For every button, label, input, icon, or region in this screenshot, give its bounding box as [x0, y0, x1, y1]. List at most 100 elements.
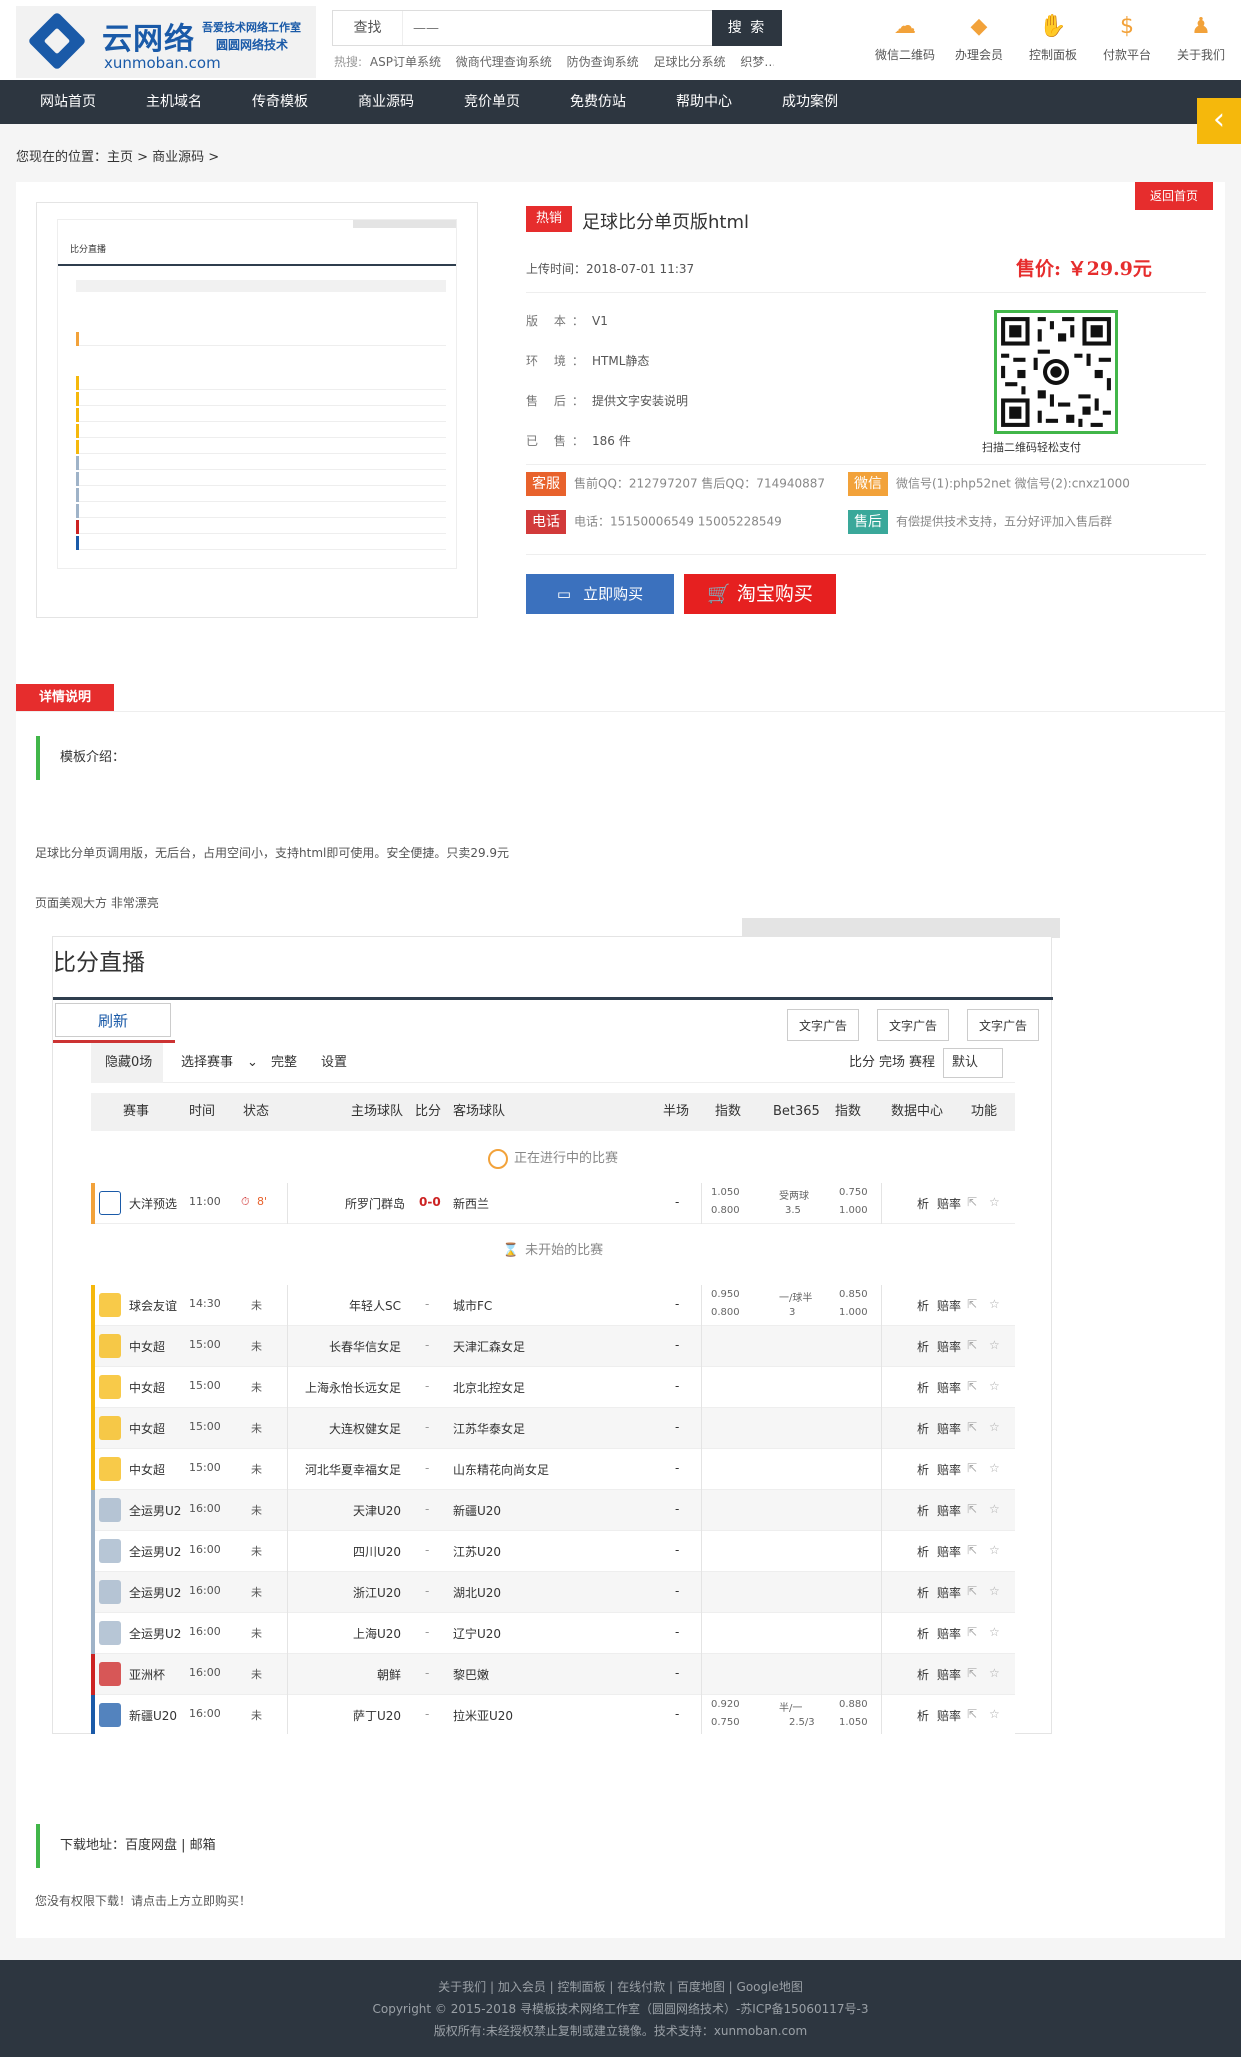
nav-clone[interactable]: 免费仿站 — [570, 80, 626, 124]
odds-link[interactable]: 赔率 — [937, 1707, 961, 1724]
match-row[interactable]: 球会友谊 14:30 未 年轻人SC - 城市FC - 0.950 0.800 一/球半 3 0.85… — [91, 1285, 1015, 1326]
odds-link[interactable]: 赔率 — [937, 1584, 961, 1601]
match-row[interactable]: 中女超 15:00 未 河北华夏幸福女足 - 山东精花向尚女足 - 析赔率 ⇱ ☆ — [91, 1449, 1015, 1490]
analysis-link[interactable]: 析 — [917, 1543, 929, 1560]
match-row[interactable]: 中女超 15:00 未 大连权健女足 - 江苏华泰女足 - 析赔率 ⇱ ☆ — [91, 1408, 1015, 1449]
product-thumbnail[interactable]: 比分直播 — [36, 202, 478, 618]
buy-now-button[interactable]: ▭ 立即购买 — [526, 574, 674, 614]
logo[interactable]: 云网络 吾爱技术网络工作室 圆圆网络技术 xunmoban.com — [16, 6, 316, 78]
analysis-link[interactable]: 析 — [917, 1461, 929, 1478]
search-input[interactable] — [413, 17, 613, 39]
match-row[interactable]: 中女超 15:00 未 上海永怡长远女足 - 北京北控女足 - 析赔率 ⇱ ☆ — [91, 1367, 1015, 1408]
sort-select[interactable]: 默认 — [943, 1048, 1003, 1078]
star-icon[interactable]: ☆ — [989, 1195, 1000, 1209]
analysis-link[interactable]: 析 — [917, 1420, 929, 1437]
nav-source[interactable]: 商业源码 — [358, 80, 414, 124]
tool-membership[interactable]: ◆ 办理会员 — [942, 14, 1016, 63]
footer-links[interactable]: 关于我们 | 加入会员 | 控制面板 | 在线付款 | 百度地图 | Googl… — [0, 1978, 1241, 1995]
star-icon[interactable]: ☆ — [989, 1420, 1000, 1434]
tool-payment[interactable]: $ 付款平台 — [1090, 14, 1164, 63]
analysis-link[interactable]: 析 — [917, 1707, 929, 1724]
odds-link[interactable]: 赔率 — [937, 1543, 961, 1560]
match-row[interactable]: 全运男U2 16:00 未 上海U20 - 辽宁U20 - 析赔率 ⇱ ☆ — [91, 1613, 1015, 1654]
match-row[interactable]: 全运男U2 16:00 未 浙江U20 - 湖北U20 - 析赔率 ⇱ ☆ — [91, 1572, 1015, 1613]
nav-help[interactable]: 帮助中心 — [676, 80, 732, 124]
star-icon[interactable]: ☆ — [989, 1338, 1000, 1352]
analysis-link[interactable]: 析 — [917, 1379, 929, 1396]
select-league-dropdown[interactable]: 选择赛事 — [181, 1043, 233, 1083]
tool-control-panel[interactable]: ✋ 控制面板 — [1016, 14, 1090, 63]
star-icon[interactable]: ☆ — [989, 1666, 1000, 1680]
ad-button[interactable]: 文字广告 — [787, 1009, 859, 1041]
hot-search-item[interactable]: 足球比分系统 — [653, 55, 725, 69]
pin-icon[interactable]: ⇱ — [967, 1502, 977, 1516]
star-icon[interactable]: ☆ — [989, 1707, 1000, 1721]
tool-about[interactable]: ♟ 关于我们 — [1164, 14, 1238, 63]
pin-icon[interactable]: ⇱ — [967, 1461, 977, 1475]
hot-search-item[interactable]: 防伪查询系统 — [567, 55, 639, 69]
hot-search-item[interactable]: 微商代理查询系统 — [456, 55, 552, 69]
odds-link[interactable]: 赔率 — [937, 1666, 961, 1683]
side-collapse-tab[interactable]: ‹ — [1197, 98, 1241, 144]
match-row[interactable]: 中女超 15:00 未 长春华信女足 - 天津汇森女足 - 析赔率 ⇱ ☆ — [91, 1326, 1015, 1367]
pin-icon[interactable]: ⇱ — [967, 1666, 977, 1680]
star-icon[interactable]: ☆ — [989, 1461, 1000, 1475]
settings-tab[interactable]: 设置 — [321, 1043, 347, 1083]
hot-search-item[interactable]: ASP订单系统 — [370, 55, 441, 69]
match-row[interactable]: 全运男U2 16:00 未 四川U20 - 江苏U20 - 析赔率 ⇱ ☆ — [91, 1531, 1015, 1572]
odds-link[interactable]: 赔率 — [937, 1195, 961, 1212]
hot-search-item[interactable]: 织梦… — [740, 55, 774, 69]
search-button[interactable]: 搜 索 — [712, 10, 782, 46]
pin-icon[interactable]: ⇱ — [967, 1195, 977, 1209]
refresh-button[interactable]: 刷新 — [55, 1003, 171, 1037]
analysis-link[interactable]: 析 — [917, 1584, 929, 1601]
match-row[interactable]: 亚洲杯 16:00 未 朝鲜 - 黎巴嫩 - 析赔率 ⇱ ☆ — [91, 1654, 1015, 1695]
star-icon[interactable]: ☆ — [989, 1297, 1000, 1311]
back-home-button[interactable]: 返回首页 — [1135, 182, 1213, 210]
pin-icon[interactable]: ⇱ — [967, 1297, 977, 1311]
nav-templates[interactable]: 传奇模板 — [252, 80, 308, 124]
ad-button[interactable]: 文字广告 — [967, 1009, 1039, 1041]
taobao-buy-button[interactable]: 🛒 淘宝购买 — [684, 574, 836, 614]
odds-link[interactable]: 赔率 — [937, 1297, 961, 1314]
analysis-link[interactable]: 析 — [917, 1625, 929, 1642]
ad-button[interactable]: 文字广告 — [877, 1009, 949, 1041]
odds-link[interactable]: 赔率 — [937, 1461, 961, 1478]
pin-icon[interactable]: ⇱ — [967, 1625, 977, 1639]
pin-icon[interactable]: ⇱ — [967, 1543, 977, 1557]
pin-icon[interactable]: ⇱ — [967, 1584, 977, 1598]
match-row-live[interactable]: 大洋预选 11:00 ⏱ 8' 所罗门群岛 0-0 新西兰 - 1.050 0.… — [91, 1183, 1015, 1224]
analysis-link[interactable]: 析 — [917, 1297, 929, 1314]
star-icon[interactable]: ☆ — [989, 1502, 1000, 1516]
score-tab[interactable]: 比分 — [849, 1043, 875, 1083]
finished-tab[interactable]: 完场 — [879, 1043, 905, 1083]
odds-link[interactable]: 赔率 — [937, 1420, 961, 1437]
full-view-tab[interactable]: 完整 — [271, 1043, 297, 1083]
nav-cases[interactable]: 成功案例 — [782, 80, 838, 124]
star-icon[interactable]: ☆ — [989, 1584, 1000, 1598]
pin-icon[interactable]: ⇱ — [967, 1420, 977, 1434]
star-icon[interactable]: ☆ — [989, 1379, 1000, 1393]
star-icon[interactable]: ☆ — [989, 1543, 1000, 1557]
odds-link[interactable]: 赔率 — [937, 1502, 961, 1519]
odds-link[interactable]: 赔率 — [937, 1379, 961, 1396]
match-row[interactable]: 全运男U2 16:00 未 天津U20 - 新疆U20 - 析赔率 ⇱ ☆ — [91, 1490, 1015, 1531]
hide-matches-tab[interactable]: 隐藏0场 — [91, 1043, 163, 1083]
odds-link[interactable]: 赔率 — [937, 1338, 961, 1355]
star-icon[interactable]: ☆ — [989, 1625, 1000, 1639]
analysis-link[interactable]: 析 — [917, 1338, 929, 1355]
pin-icon[interactable]: ⇱ — [967, 1338, 977, 1352]
download-links[interactable]: 下载地址：百度网盘 | 邮箱 — [36, 1824, 216, 1868]
pin-icon[interactable]: ⇱ — [967, 1379, 977, 1393]
match-row[interactable]: 新疆U20 16:00 未 萨丁U20 - 拉米亚U20 - 0.920 0.750 半/一 2.5… — [91, 1695, 1015, 1734]
nav-home[interactable]: 网站首页 — [40, 80, 96, 124]
nav-hosting[interactable]: 主机域名 — [146, 80, 202, 124]
analysis-link[interactable]: 析 — [917, 1502, 929, 1519]
tool-wechat-qr[interactable]: ☁ 微信二维码 — [868, 14, 942, 63]
fixtures-tab[interactable]: 赛程 — [909, 1043, 935, 1083]
pin-icon[interactable]: ⇱ — [967, 1707, 977, 1721]
nav-landing[interactable]: 竞价单页 — [464, 80, 520, 124]
analysis-link[interactable]: 析 — [917, 1195, 929, 1212]
odds-link[interactable]: 赔率 — [937, 1625, 961, 1642]
analysis-link[interactable]: 析 — [917, 1666, 929, 1683]
